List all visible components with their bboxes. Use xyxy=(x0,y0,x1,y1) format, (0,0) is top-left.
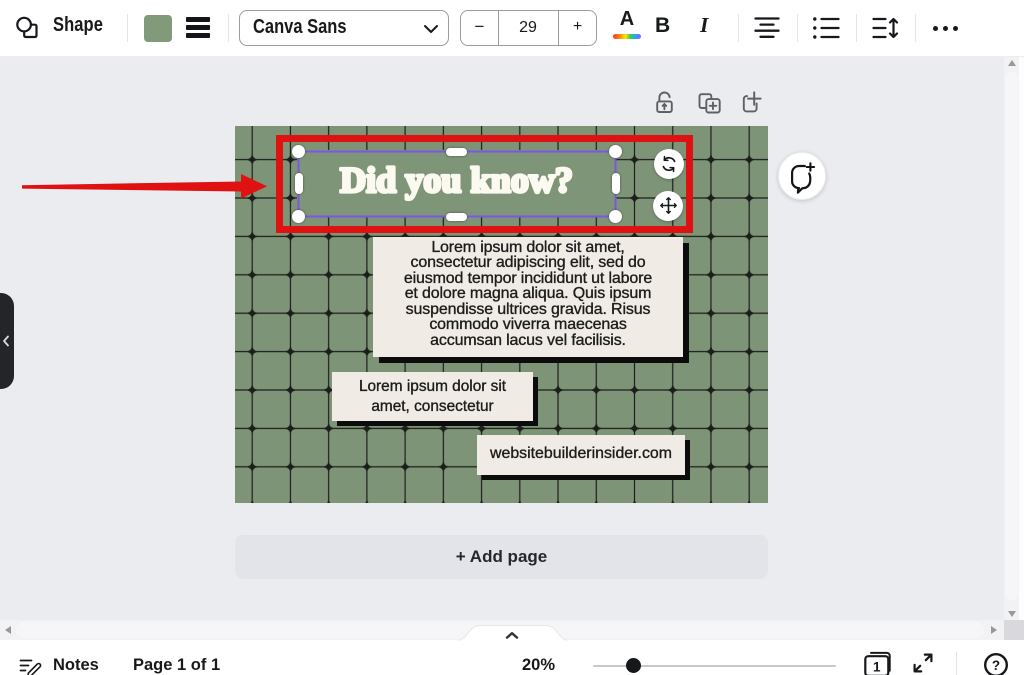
svg-text:?: ? xyxy=(992,658,1000,673)
svg-text:1: 1 xyxy=(873,660,881,675)
